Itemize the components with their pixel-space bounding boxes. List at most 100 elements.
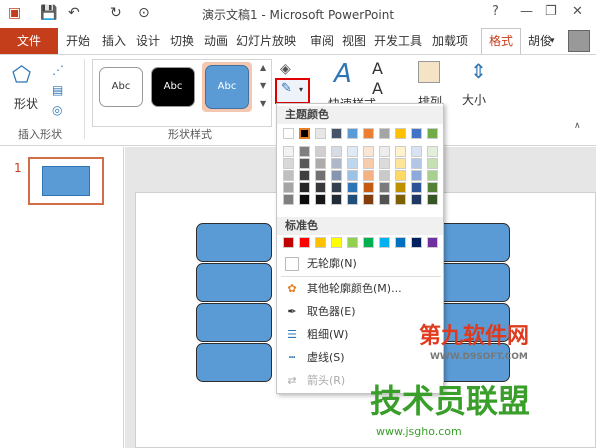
standard-color-swatch[interactable] [363, 237, 374, 248]
table-shape[interactable] [196, 343, 272, 382]
gallery-more-icon[interactable]: ▼ [260, 99, 266, 108]
theme-shade-swatch[interactable] [379, 158, 390, 169]
theme-shade-swatch[interactable] [315, 182, 326, 193]
shape-outline-button[interactable]: ✎ ▾ [275, 78, 310, 104]
theme-shade-swatch[interactable] [395, 158, 406, 169]
theme-shade-swatch[interactable] [427, 182, 438, 193]
table-shape[interactable] [434, 223, 510, 262]
table-shape[interactable] [196, 223, 272, 262]
size-label[interactable]: 大小 [462, 91, 486, 108]
shapes-icon[interactable]: ⬠ [12, 63, 31, 88]
standard-color-swatch[interactable] [347, 237, 358, 248]
theme-shade-swatch[interactable] [299, 170, 310, 181]
tab-animations[interactable]: 动画 [204, 32, 228, 49]
user-dropdown-icon[interactable]: ▾ [550, 36, 555, 46]
theme-color-swatch[interactable] [411, 128, 422, 139]
theme-shade-swatch[interactable] [427, 170, 438, 181]
theme-shade-swatch[interactable] [379, 146, 390, 157]
tab-design[interactable]: 设计 [136, 32, 160, 49]
more-outline-colors-item[interactable]: ✿ 其他轮廓颜色(M)... [277, 278, 443, 300]
style-thumb-blue[interactable]: Abc [205, 65, 249, 109]
user-name[interactable]: 胡俊 [528, 32, 552, 49]
theme-shade-swatch[interactable] [331, 170, 342, 181]
standard-color-swatch[interactable] [315, 237, 326, 248]
tab-view[interactable]: 视图 [342, 32, 366, 49]
theme-shade-swatch[interactable] [315, 158, 326, 169]
theme-shade-swatch[interactable] [379, 182, 390, 193]
theme-shade-swatch[interactable] [315, 170, 326, 181]
theme-shade-swatch[interactable] [379, 194, 390, 205]
theme-color-swatch[interactable] [379, 128, 390, 139]
theme-color-swatch[interactable] [315, 128, 326, 139]
theme-shade-swatch[interactable] [363, 146, 374, 157]
tab-developer[interactable]: 开发工具 [374, 32, 422, 49]
theme-shade-swatch[interactable] [331, 146, 342, 157]
theme-color-swatch[interactable] [299, 128, 310, 139]
theme-shade-swatch[interactable] [395, 170, 406, 181]
theme-shade-swatch[interactable] [347, 194, 358, 205]
theme-shade-swatch[interactable] [411, 194, 422, 205]
tab-review[interactable]: 审阅 [310, 32, 334, 49]
theme-shade-swatch[interactable] [283, 170, 294, 181]
tab-insert[interactable]: 插入 [102, 32, 126, 49]
theme-shade-swatch[interactable] [363, 170, 374, 181]
tab-format[interactable]: 格式 [481, 28, 521, 54]
style-thumb-black[interactable]: Abc [151, 67, 195, 107]
theme-shade-swatch[interactable] [331, 194, 342, 205]
theme-shade-swatch[interactable] [395, 194, 406, 205]
standard-color-swatch[interactable] [283, 237, 294, 248]
theme-color-swatch[interactable] [283, 128, 294, 139]
standard-color-swatch[interactable] [379, 237, 390, 248]
theme-shade-swatch[interactable] [283, 146, 294, 157]
theme-shade-swatch[interactable] [379, 170, 390, 181]
help-button[interactable]: ? [492, 4, 499, 19]
shape-label[interactable]: 形状 [14, 95, 38, 112]
gallery-down-icon[interactable]: ▼ [260, 81, 266, 90]
theme-color-swatch[interactable] [347, 128, 358, 139]
theme-shade-swatch[interactable] [315, 146, 326, 157]
wordart-icon[interactable]: A [334, 59, 352, 89]
theme-shade-swatch[interactable] [283, 194, 294, 205]
edit-shape-icon[interactable]: ⋰ [52, 63, 64, 77]
theme-shade-swatch[interactable] [299, 146, 310, 157]
theme-shade-swatch[interactable] [347, 146, 358, 157]
textbox-icon[interactable]: ▤ [52, 83, 63, 97]
theme-shade-swatch[interactable] [315, 194, 326, 205]
theme-shade-swatch[interactable] [427, 146, 438, 157]
table-shape[interactable] [196, 303, 272, 342]
standard-color-swatch[interactable] [331, 237, 342, 248]
theme-shade-swatch[interactable] [395, 182, 406, 193]
no-outline-item[interactable]: 无轮廓(N) [277, 253, 443, 275]
dashes-item[interactable]: ┅ 虚线(S) [277, 347, 443, 369]
avatar[interactable] [568, 30, 590, 52]
text-fill-icon[interactable]: A [372, 59, 383, 78]
theme-shade-swatch[interactable] [363, 194, 374, 205]
tab-file[interactable]: 文件 [0, 28, 58, 54]
theme-shade-swatch[interactable] [347, 158, 358, 169]
theme-shade-swatch[interactable] [411, 158, 422, 169]
size-icon[interactable]: ⇕ [470, 59, 487, 83]
table-shape[interactable] [196, 263, 272, 302]
theme-shade-swatch[interactable] [363, 158, 374, 169]
theme-shade-swatch[interactable] [299, 182, 310, 193]
standard-color-swatch[interactable] [427, 237, 438, 248]
theme-color-swatch[interactable] [363, 128, 374, 139]
tab-transitions[interactable]: 切换 [170, 32, 194, 49]
theme-shade-swatch[interactable] [395, 146, 406, 157]
style-thumb-white[interactable]: Abc [99, 67, 143, 107]
theme-shade-swatch[interactable] [427, 194, 438, 205]
minimize-button[interactable]: — [520, 4, 533, 19]
theme-shade-swatch[interactable] [283, 158, 294, 169]
slide-thumbnail[interactable] [28, 157, 104, 205]
theme-color-swatch[interactable] [427, 128, 438, 139]
theme-shade-swatch[interactable] [283, 182, 294, 193]
table-shape[interactable] [434, 263, 510, 302]
tab-home[interactable]: 开始 [66, 32, 90, 49]
shape-fill-icon[interactable]: ◈ [280, 61, 291, 77]
theme-shade-swatch[interactable] [331, 182, 342, 193]
theme-color-swatch[interactable] [395, 128, 406, 139]
theme-shade-swatch[interactable] [347, 182, 358, 193]
standard-color-swatch[interactable] [395, 237, 406, 248]
theme-shade-swatch[interactable] [299, 158, 310, 169]
tab-addins[interactable]: 加载项 [432, 32, 468, 49]
